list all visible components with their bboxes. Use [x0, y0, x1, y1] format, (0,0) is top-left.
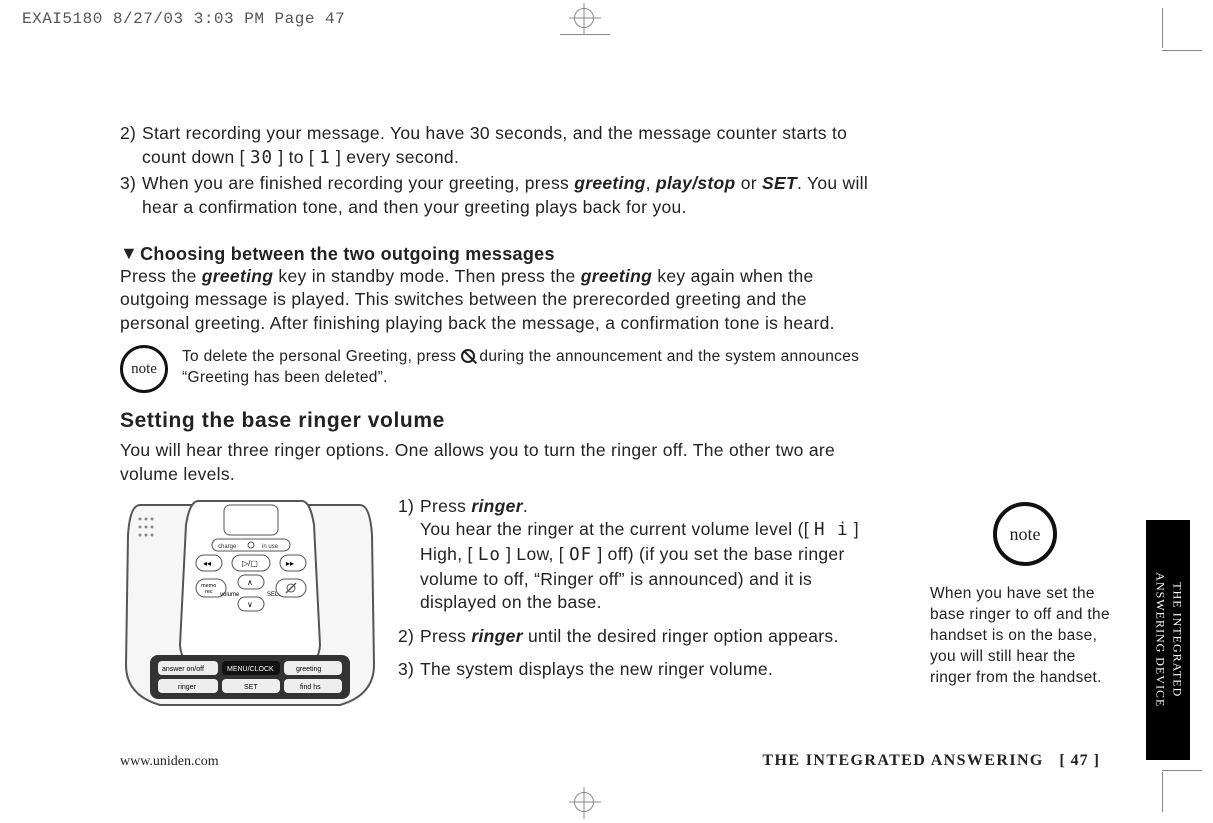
- lcd-1: 1: [319, 148, 331, 168]
- device-diagram: charge in use ◂◂ ▷/▢ ▸▸ memo rec ∧: [120, 495, 380, 715]
- footer-page: [ 47 ]: [1059, 752, 1100, 769]
- key-playstop: play/stop: [656, 173, 736, 193]
- lcd-lo: Lo: [478, 545, 501, 565]
- svg-text:MENU/CLOCK: MENU/CLOCK: [227, 666, 274, 673]
- svg-text:SET: SET: [244, 684, 258, 691]
- footer-title: THE INTEGRATED ANSWERING: [762, 752, 1043, 769]
- svg-text:▸▸: ▸▸: [286, 559, 294, 568]
- crop-mark: [1162, 770, 1202, 771]
- svg-text:▷/▢: ▷/▢: [242, 559, 258, 568]
- section-heading-ringer: Setting the base ringer volume: [120, 409, 880, 433]
- step-number: 3): [398, 658, 414, 682]
- section-intro: You will hear three ringer options. One …: [120, 439, 880, 486]
- main-column: 2) Start recording your message. You hav…: [120, 122, 880, 715]
- svg-text:find hs: find hs: [300, 684, 321, 691]
- step-number: 2): [120, 122, 136, 146]
- label-inuse: in use: [262, 544, 279, 550]
- svg-text:volume: volume: [220, 592, 240, 598]
- ringer-steps: 1) Press ringer. You hear the ringer at …: [398, 495, 880, 715]
- key-greeting: greeting: [202, 266, 273, 286]
- step-2: 2) Start recording your message. You hav…: [120, 122, 880, 170]
- key-set: SET: [762, 173, 797, 193]
- lower-row: charge in use ◂◂ ▷/▢ ▸▸ memo rec ∧: [120, 495, 880, 715]
- subheading-choosing: ▼Choosing between the two outgoing messa…: [120, 244, 880, 265]
- note-badge-icon: note: [120, 345, 168, 393]
- crop-mark: [1162, 772, 1163, 812]
- key-ringer: ringer: [471, 496, 522, 516]
- lcd-of: OF: [569, 545, 592, 565]
- svg-text:answer on/off: answer on/off: [162, 666, 204, 673]
- crop-mark: [1162, 50, 1202, 51]
- svg-text:rec: rec: [205, 589, 213, 595]
- footer-url: www.uniden.com: [120, 754, 219, 770]
- step-3: 3) When you are finished recording your …: [120, 172, 880, 219]
- svg-text:greeting: greeting: [296, 666, 321, 673]
- down-triangle-icon: ▼: [120, 243, 138, 264]
- label-charge: charge: [218, 544, 237, 550]
- inline-note: note To delete the personal Greeting, pr…: [120, 347, 880, 393]
- ringer-step-1: 1) Press ringer. You hear the ringer at …: [398, 495, 880, 615]
- lcd-hi: H i: [814, 520, 849, 540]
- side-column: note When you have set the base ringer t…: [930, 122, 1120, 689]
- note-badge-icon: note: [993, 502, 1057, 566]
- page: 2) Start recording your message. You hav…: [60, 60, 1160, 780]
- edge-tab: THE INTEGRATED ANSWERING DEVICE: [1146, 520, 1190, 760]
- ringer-step-2: 2) Press ringer until the desired ringer…: [398, 625, 880, 649]
- delete-icon: [461, 349, 475, 363]
- svg-text:∧: ∧: [247, 578, 253, 587]
- ringer-step-3: 3) The system displays the new ringer vo…: [398, 658, 880, 682]
- step-text: Start recording your message. You have 3…: [142, 123, 847, 167]
- print-header: EXAI5180 8/27/03 3:03 PM Page 47: [22, 10, 345, 28]
- key-greeting: greeting: [581, 266, 652, 286]
- step-number: 2): [398, 625, 414, 649]
- svg-text:∨: ∨: [247, 600, 253, 609]
- step-number: 1): [398, 495, 414, 519]
- crop-mark: [560, 34, 610, 35]
- top-steps: 2) Start recording your message. You hav…: [120, 122, 880, 220]
- subheading-paragraph: Press the greeting key in standby mode. …: [120, 265, 880, 336]
- key-ringer: ringer: [471, 626, 522, 646]
- footer: www.uniden.com THE INTEGRATED ANSWERING …: [120, 752, 1100, 770]
- svg-text:ringer: ringer: [178, 684, 197, 691]
- crop-mark: [1162, 8, 1163, 48]
- key-greeting: greeting: [574, 173, 645, 193]
- side-note-text: When you have set the base ringer to off…: [930, 584, 1120, 689]
- lcd-30: 30: [250, 148, 273, 168]
- step-number: 3): [120, 172, 136, 196]
- note-text: To delete the personal Greeting, press d…: [182, 347, 880, 387]
- registration-mark-icon: [574, 792, 594, 812]
- svg-text:◂◂: ◂◂: [203, 559, 211, 568]
- registration-mark-icon: [574, 8, 594, 28]
